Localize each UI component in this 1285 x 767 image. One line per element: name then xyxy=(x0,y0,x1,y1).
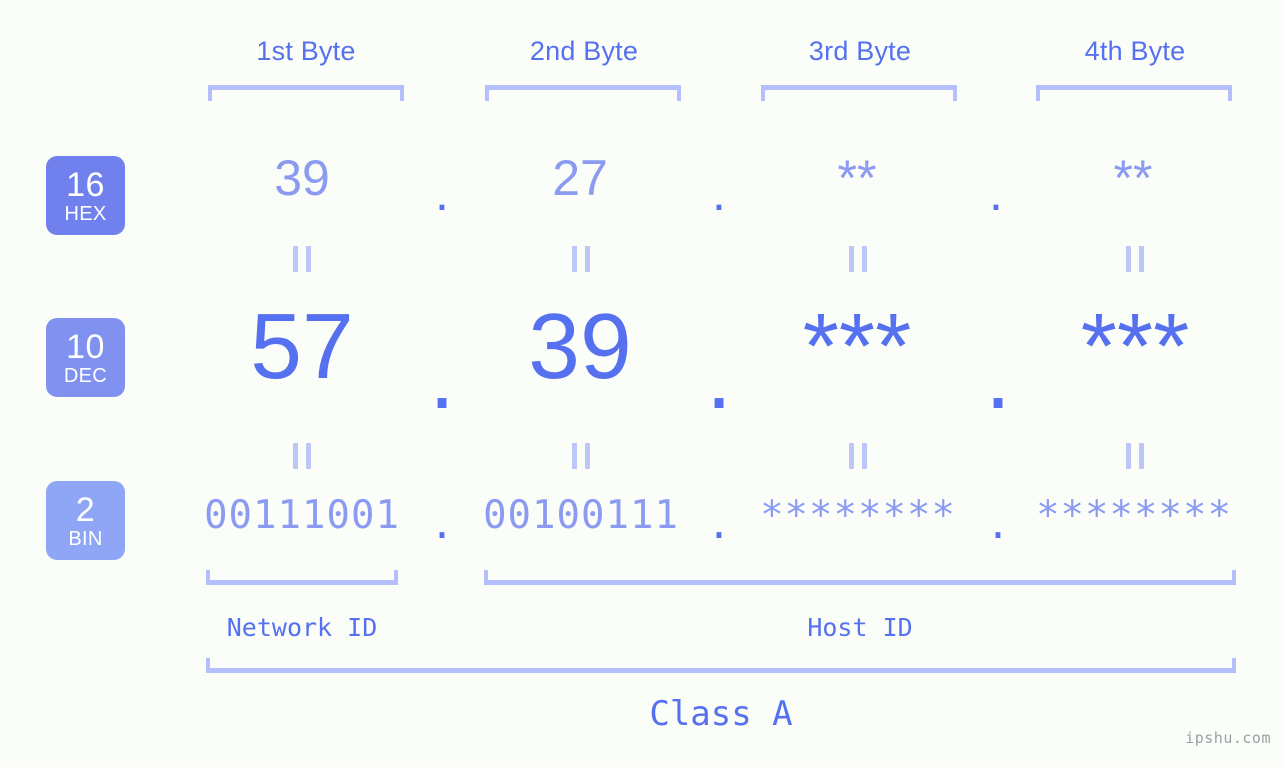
hex-byte-3: ** xyxy=(837,150,877,206)
dec-separator-2: . xyxy=(706,324,732,428)
byte-header-4: 4th Byte xyxy=(1084,36,1186,66)
network-id-bracket xyxy=(206,570,398,585)
radix-badge-hex: 16 HEX xyxy=(46,156,125,235)
bin-byte-2: 00100111 xyxy=(483,493,679,538)
equals-icon-hex-dec-4 xyxy=(1126,246,1144,272)
bin-separator-3: . xyxy=(986,503,1010,548)
ip-address-breakdown-diagram: 1st Byte 2nd Byte 3rd Byte 4th Byte 16 H… xyxy=(0,0,1285,767)
equals-icon-dec-bin-3 xyxy=(849,443,867,469)
hex-byte-2: 27 xyxy=(552,150,608,206)
radix-badge-dec-number: 10 xyxy=(66,327,105,366)
hex-separator-2: . xyxy=(712,165,726,221)
address-class-label: Class A xyxy=(649,694,793,734)
dec-byte-1: 57 xyxy=(250,294,354,398)
byte-header-1: 1st Byte xyxy=(256,36,356,66)
radix-badge-bin-abbr: BIN xyxy=(68,527,103,550)
hex-separator-1: . xyxy=(435,165,449,221)
equals-icon-dec-bin-1 xyxy=(293,443,311,469)
byte-bracket-4 xyxy=(1036,85,1232,101)
byte-bracket-1 xyxy=(208,85,404,101)
network-id-label: Network ID xyxy=(226,613,378,642)
dec-byte-4: *** xyxy=(1080,294,1190,398)
equals-icon-dec-bin-4 xyxy=(1126,443,1144,469)
dec-separator-3: . xyxy=(985,324,1011,428)
radix-badge-hex-abbr: HEX xyxy=(64,202,107,225)
hex-byte-1: 39 xyxy=(274,150,330,206)
host-id-label: Host ID xyxy=(807,613,913,642)
equals-icon-dec-bin-2 xyxy=(572,443,590,469)
radix-badge-bin-number: 2 xyxy=(75,490,96,529)
byte-header-2: 2nd Byte xyxy=(529,36,639,66)
bin-byte-4: ******** xyxy=(1036,493,1232,538)
equals-icon-hex-dec-2 xyxy=(572,246,590,272)
radix-badge-hex-number: 16 xyxy=(66,165,105,204)
bin-byte-1: 00111001 xyxy=(204,493,400,538)
byte-bracket-3 xyxy=(761,85,957,101)
hex-separator-3: . xyxy=(989,165,1003,221)
bin-separator-1: . xyxy=(430,503,454,548)
equals-icon-hex-dec-1 xyxy=(293,246,311,272)
dec-separator-1: . xyxy=(429,324,455,428)
dec-byte-2: 39 xyxy=(528,294,632,398)
radix-badge-bin: 2 BIN xyxy=(46,481,125,560)
equals-icon-hex-dec-3 xyxy=(849,246,867,272)
radix-badge-dec-abbr: DEC xyxy=(63,364,108,387)
class-bracket xyxy=(206,658,1236,673)
site-watermark: ipshu.com xyxy=(1185,729,1271,747)
host-id-bracket xyxy=(484,570,1236,585)
radix-badge-dec: 10 DEC xyxy=(46,318,125,397)
byte-bracket-2 xyxy=(485,85,681,101)
bin-byte-3: ******** xyxy=(760,493,956,538)
dec-byte-3: *** xyxy=(802,294,912,398)
hex-byte-4: ** xyxy=(1113,150,1153,206)
byte-header-3: 3rd Byte xyxy=(808,36,912,66)
bin-separator-2: . xyxy=(707,503,731,548)
